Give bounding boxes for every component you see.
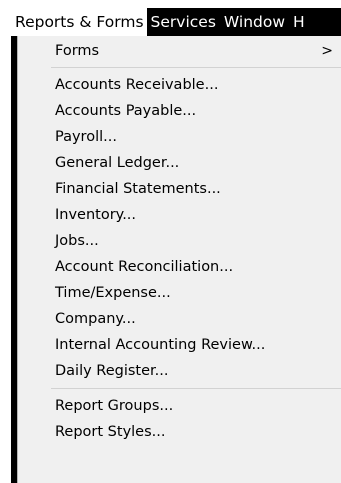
- menu-item-report-styles[interactable]: Report Styles...: [18, 419, 341, 445]
- menu-item-label: Forms: [55, 43, 100, 59]
- menu-item-company[interactable]: Company...: [18, 306, 341, 332]
- menu-item-jobs[interactable]: Jobs...: [18, 228, 341, 254]
- menu-bar: Reports & Forms Services Window H: [11, 8, 341, 36]
- menu-item-internal-accounting-review[interactable]: Internal Accounting Review...: [18, 332, 341, 358]
- menu-separator: [51, 67, 341, 68]
- menu-item-payroll[interactable]: Payroll...: [18, 124, 341, 150]
- menu-item-accounts-payable[interactable]: Accounts Payable...: [18, 98, 341, 124]
- menu-separator: [51, 388, 341, 389]
- menu-item-inventory[interactable]: Inventory...: [18, 202, 341, 228]
- menu-item-report-groups[interactable]: Report Groups...: [18, 393, 341, 419]
- menu-item-general-ledger[interactable]: General Ledger...: [18, 150, 341, 176]
- menu-window[interactable]: Window: [220, 8, 289, 36]
- menu-item-financial-statements[interactable]: Financial Statements...: [18, 176, 341, 202]
- menu-item-account-reconciliation[interactable]: Account Reconciliation...: [18, 254, 341, 280]
- menu-reports-forms[interactable]: Reports & Forms: [11, 8, 147, 36]
- app-frame: Reports & Forms Services Window H Forms > A…: [11, 8, 341, 483]
- menu-item-daily-register[interactable]: Daily Register...: [18, 358, 341, 384]
- menu-help[interactable]: H: [289, 8, 309, 36]
- menu-services[interactable]: Services: [147, 8, 220, 36]
- menu-item-time-expense[interactable]: Time/Expense...: [18, 280, 341, 306]
- reports-forms-dropdown: Forms > Accounts Receivable... Accounts …: [17, 36, 341, 483]
- chevron-right-icon: >: [321, 43, 333, 59]
- menu-item-accounts-receivable[interactable]: Accounts Receivable...: [18, 72, 341, 98]
- menu-item-forms[interactable]: Forms >: [18, 38, 341, 64]
